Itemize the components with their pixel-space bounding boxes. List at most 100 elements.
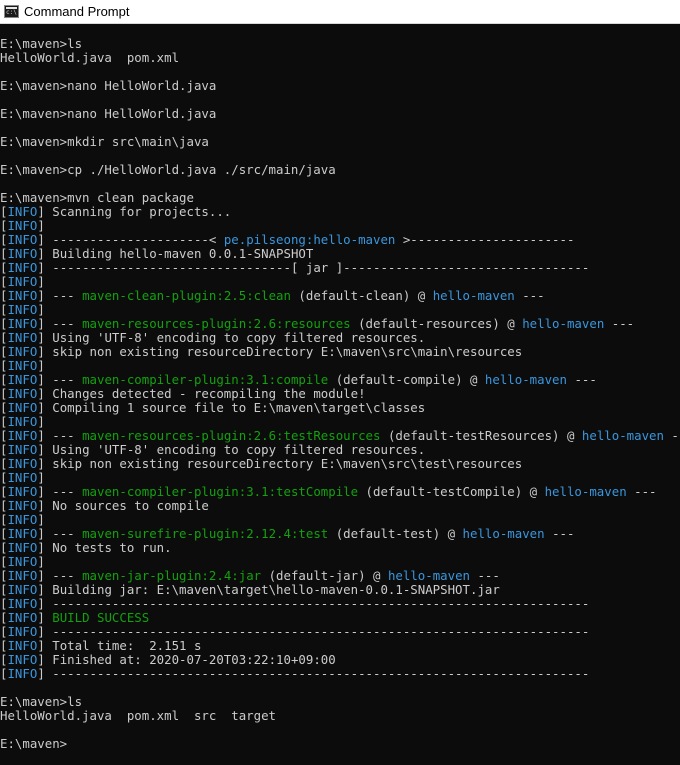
- highlight-text: INFO: [7, 442, 38, 457]
- terminal-line: HelloWorld.java pom.xml: [0, 51, 680, 65]
- terminal-line: [INFO]: [0, 275, 680, 289]
- terminal-text: ] skip non existing resourceDirectory E:…: [37, 344, 523, 359]
- terminal-text: ] ---: [37, 428, 83, 443]
- terminal-text: E:\maven>nano HelloWorld.java: [0, 106, 217, 121]
- success-text: maven-compiler-plugin:3.1:compile: [82, 372, 329, 387]
- highlight-text: INFO: [7, 540, 38, 555]
- command-prompt-icon: [4, 5, 19, 18]
- highlight-text: hello-maven: [484, 372, 567, 387]
- terminal-text: >----------------------: [395, 232, 575, 247]
- highlight-text: hello-maven: [544, 484, 627, 499]
- highlight-text: INFO: [7, 414, 38, 429]
- highlight-text: INFO: [7, 218, 38, 233]
- terminal-text: ---: [626, 484, 657, 499]
- terminal-text: ]: [37, 218, 45, 233]
- terminal-text: ---: [566, 372, 597, 387]
- terminal-text: E:\maven>cp ./HelloWorld.java ./src/main…: [0, 162, 336, 177]
- highlight-text: INFO: [7, 330, 38, 345]
- terminal-text: E:\maven>mvn clean package: [0, 190, 194, 205]
- highlight-text: INFO: [7, 596, 38, 611]
- terminal-text: (default-compile) @: [328, 372, 485, 387]
- highlight-text: INFO: [7, 624, 38, 639]
- terminal-text: ]: [37, 358, 45, 373]
- window-title: Command Prompt: [24, 4, 130, 19]
- highlight-text: INFO: [7, 638, 38, 653]
- terminal-text: ] Total time: 2.151 s: [37, 638, 202, 653]
- terminal-line: [INFO] --------------------------------[…: [0, 261, 680, 275]
- terminal-text: (default-clean) @: [290, 288, 433, 303]
- terminal-text: ] Building jar: E:\maven\target\hello-ma…: [37, 582, 500, 597]
- terminal-line: [INFO]: [0, 359, 680, 373]
- terminal-line: [INFO] skip non existing resourceDirecto…: [0, 457, 680, 471]
- terminal-line: [INFO] Total time: 2.151 s: [0, 639, 680, 653]
- terminal-text: ]: [37, 470, 45, 485]
- highlight-text: hello-maven: [581, 428, 664, 443]
- highlight-text: pe.pilseong:hello-maven: [223, 232, 396, 247]
- terminal-line: [INFO] Changes detected - recompiling th…: [0, 387, 680, 401]
- success-text: maven-resources-plugin:2.6:resources: [82, 316, 351, 331]
- terminal-line: [INFO]: [0, 471, 680, 485]
- terminal-line: [INFO] Building jar: E:\maven\target\hel…: [0, 583, 680, 597]
- terminal-text: E:\maven>mkdir src\main\java: [0, 134, 209, 149]
- terminal-text: (default-jar) @: [261, 568, 388, 583]
- terminal-line: [INFO] No sources to compile: [0, 499, 680, 513]
- terminal-line: [INFO] Scanning for projects...: [0, 205, 680, 219]
- highlight-text: INFO: [7, 652, 38, 667]
- terminal-text: ] --------------------------------------…: [37, 666, 590, 681]
- terminal-line: [INFO] Building hello-maven 0.0.1-SNAPSH…: [0, 247, 680, 261]
- terminal-line: [INFO] BUILD SUCCESS: [0, 611, 680, 625]
- title-bar: Command Prompt: [0, 0, 680, 24]
- highlight-text: INFO: [7, 274, 38, 289]
- terminal-line: [INFO]: [0, 555, 680, 569]
- highlight-text: INFO: [7, 554, 38, 569]
- terminal-line: E:\maven>mvn clean package: [0, 191, 680, 205]
- terminal-line: HelloWorld.java pom.xml src target: [0, 709, 680, 723]
- terminal-line: [INFO] ---------------------------------…: [0, 625, 680, 639]
- terminal-output[interactable]: E:\maven>ls HelloWorld.java pom.xml E:\mav…: [0, 37, 680, 751]
- terminal-line: E:\maven>ls: [0, 695, 680, 709]
- success-text: maven-clean-plugin:2.5:clean: [82, 288, 291, 303]
- highlight-text: INFO: [7, 246, 38, 261]
- terminal-line: [INFO] --- maven-resources-plugin:2.6:re…: [0, 317, 680, 331]
- terminal-text: ] ---: [37, 372, 83, 387]
- terminal-text: E:\maven>nano HelloWorld.java: [0, 78, 217, 93]
- highlight-text: INFO: [7, 358, 38, 373]
- highlight-text: INFO: [7, 498, 38, 513]
- terminal-text: ] ---: [37, 526, 83, 541]
- highlight-text: INFO: [7, 568, 38, 583]
- terminal-text: ---: [544, 526, 575, 541]
- highlight-text: INFO: [7, 302, 38, 317]
- highlight-text: INFO: [7, 470, 38, 485]
- terminal-line: [INFO] Compiling 1 source file to E:\mav…: [0, 401, 680, 415]
- terminal-text: ] Using 'UTF-8' encoding to copy filtere…: [37, 442, 426, 457]
- terminal-line: [INFO] --- maven-jar-plugin:2.4:jar (def…: [0, 569, 680, 583]
- terminal-line: [INFO]: [0, 513, 680, 527]
- terminal-text: ] Building hello-maven 0.0.1-SNAPSHOT: [37, 246, 314, 261]
- highlight-text: INFO: [7, 372, 38, 387]
- highlight-text: INFO: [7, 232, 38, 247]
- terminal-text: ] --------------------------------------…: [37, 624, 590, 639]
- terminal-text: (default-testCompile) @: [358, 484, 545, 499]
- terminal-text: ]: [37, 302, 45, 317]
- terminal-line: [INFO] ---------------------------------…: [0, 667, 680, 681]
- highlight-text: INFO: [7, 456, 38, 471]
- terminal-text: (default-test) @: [328, 526, 463, 541]
- terminal-line: E:\maven>nano HelloWorld.java: [0, 79, 680, 93]
- terminal-line: [INFO] --- maven-compiler-plugin:3.1:tes…: [0, 485, 680, 499]
- terminal-text: ] No sources to compile: [37, 498, 209, 513]
- terminal-line: [INFO] --- maven-resources-plugin:2.6:te…: [0, 429, 680, 443]
- terminal-line: E:\maven>mkdir src\main\java: [0, 135, 680, 149]
- highlight-text: INFO: [7, 204, 38, 219]
- success-text: BUILD SUCCESS: [52, 610, 150, 625]
- terminal-text: E:\maven>ls: [0, 694, 83, 709]
- highlight-text: hello-maven: [462, 526, 545, 541]
- terminal-text: ] ---: [37, 288, 83, 303]
- terminal-line: [INFO]: [0, 415, 680, 429]
- success-text: maven-compiler-plugin:3.1:testCompile: [82, 484, 359, 499]
- highlight-text: INFO: [7, 666, 38, 681]
- terminal-text: ---: [470, 568, 500, 583]
